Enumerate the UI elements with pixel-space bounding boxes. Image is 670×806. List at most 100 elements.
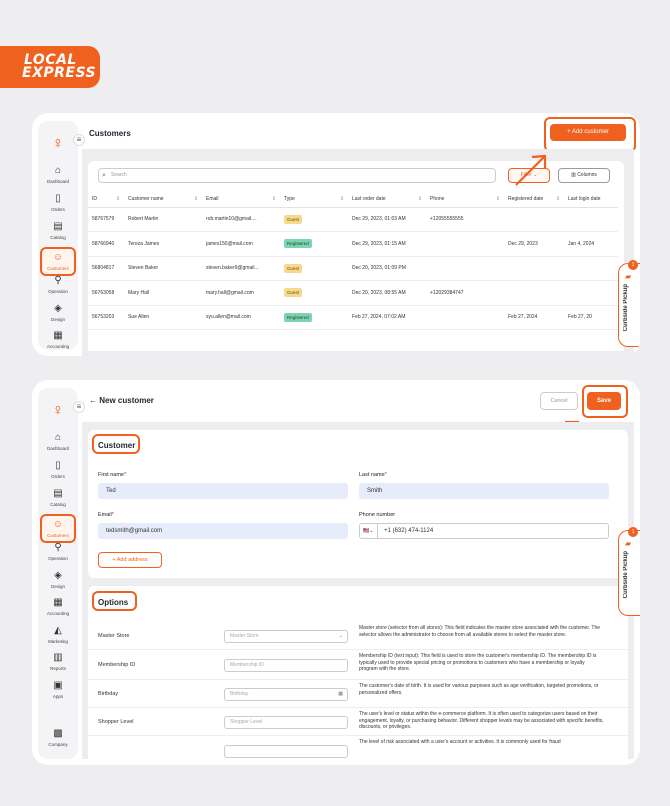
add-address-button[interactable]: + Add address <box>98 552 162 568</box>
type-badge: Guest <box>284 214 303 224</box>
ledger-icon: ▦ <box>53 597 63 608</box>
table-cell: Jan 4, 2024 <box>564 231 618 257</box>
table-cell <box>504 207 564 232</box>
column-header[interactable]: Last order date ⇕ <box>348 191 426 208</box>
page-header: ← New customer <box>89 396 154 405</box>
type-badge: Registered <box>284 239 312 249</box>
option-label: Shopper Level <box>98 719 134 725</box>
option-input[interactable]: Shopper Level <box>224 716 348 729</box>
sidebar: ♀ ⌂ Dashboard ▯ Orders ▤ Catalog ☺ Customers ⚲ Op… <box>38 121 78 350</box>
table-cell: 56753203 <box>88 305 124 330</box>
users-icon: ☺ <box>52 519 64 530</box>
option-input[interactable]: Birthday ▦ <box>224 688 348 701</box>
first-name-input[interactable]: Ted <box>98 483 348 499</box>
type-badge: Guest <box>284 288 303 298</box>
option-input[interactable]: Membership ID <box>224 659 348 672</box>
sidebar-item-customers[interactable]: ☺ Customers <box>40 247 76 276</box>
option-row: Birthday Birthday ▦ The customer's date of … <box>88 680 628 708</box>
table-row[interactable]: 58766940 Tereza James james156@mail.com Reg… <box>88 231 618 257</box>
table-cell: steven.baker9@gmail... <box>202 256 280 281</box>
sidebar-item-label: Accounting <box>46 611 70 616</box>
last-name-input[interactable]: Smith <box>359 483 609 499</box>
home-icon: ⌂ <box>54 432 62 443</box>
column-header[interactable]: Phone ⇕ <box>426 191 504 208</box>
email-label: Email* <box>98 512 114 518</box>
sort-icon: ⇕ <box>271 195 276 202</box>
bag-icon: ▯ <box>55 193 61 204</box>
back-arrow-icon[interactable]: ← <box>89 396 99 405</box>
table-row[interactable]: 56753203 Sue Allen syu.allen@mail.com Regis… <box>88 305 618 330</box>
sidebar-item-design[interactable]: ◈ Design <box>38 570 78 589</box>
email-input[interactable]: tedsmith@gmail.com <box>98 523 348 539</box>
customers-table-card: ⌕ Search Filter ⌄ ▥ Columns ID ⇕Customer… <box>88 161 624 351</box>
column-header[interactable]: Last login date <box>564 191 618 208</box>
table-cell: 56763058 <box>88 280 124 306</box>
table-cell: Robert Martin <box>124 207 202 232</box>
phone-value: +1 (632) 474-1124 <box>384 528 434 534</box>
collapse-sidebar-icon[interactable]: ≡ <box>73 401 85 413</box>
sidebar-item-label: Company <box>48 742 68 747</box>
highlight-save <box>582 385 628 418</box>
column-header[interactable]: ID ⇕ <box>88 191 124 208</box>
sidebar-item-marketing[interactable]: ◭ Marketing <box>38 625 78 644</box>
sidebar-item-reports[interactable]: ▥ Reports <box>38 652 78 671</box>
curbside-label: Curbside Pickup <box>623 551 629 599</box>
table-cell: Feb 27, 2024, 07:02 AM <box>348 305 426 330</box>
add-address-label: Add address <box>116 557 148 563</box>
table-cell: 58767579 <box>88 207 124 232</box>
sidebar-item-catalog[interactable]: ▤ Catalog <box>38 488 78 507</box>
sidebar-item-orders[interactable]: ▯ Orders <box>38 193 78 212</box>
sidebar-item-apps[interactable]: ▣ Apps <box>38 680 78 699</box>
collapse-sidebar-icon[interactable]: ≡ <box>73 134 85 146</box>
sidebar-item-label: Orders <box>51 207 65 212</box>
table-row[interactable]: 56763058 Mary Hall mary.hall@gmail.com Gues… <box>88 280 618 306</box>
sidebar-item-operation[interactable]: ⚲ Operation <box>38 542 78 561</box>
column-header-label: Last login date <box>568 195 601 202</box>
column-header[interactable]: Email ⇕ <box>202 191 280 208</box>
column-header[interactable]: Type ⇕ <box>280 191 348 208</box>
column-header[interactable]: Registered date ⇕ <box>504 191 564 208</box>
option-description: Membership ID (text input): This field i… <box>359 653 597 672</box>
option-placeholder: Birthday <box>230 691 249 697</box>
option-row: Membership ID Membership ID Membership ID … <box>88 650 628 680</box>
column-header[interactable]: Customer name ⇕ <box>124 191 202 208</box>
brand-pin-icon[interactable]: ♀ <box>50 135 66 155</box>
option-input[interactable]: Master Store ⌄ <box>224 630 348 643</box>
sidebar-item-accounting[interactable]: ▦ Accounting <box>38 597 78 616</box>
sidebar-item-dashboard[interactable]: ⌂ Dashboard <box>38 165 78 184</box>
option-label: Birthday <box>98 691 119 697</box>
table-row[interactable]: 58767579 Robert Martin rob.martin10@gmail.… <box>88 207 618 232</box>
sidebar-item-company[interactable]: ▩ Company <box>38 728 78 747</box>
brand-pin-icon[interactable]: ♀ <box>50 402 66 422</box>
cancel-button[interactable]: Cancel <box>540 392 578 410</box>
table-row[interactable]: 56804817 Steven Baker steven.baker9@gmail.… <box>88 256 618 281</box>
curbside-pickup-tab[interactable]: 1 ▰ Curbside Pickup <box>618 260 640 347</box>
sidebar-item-customers[interactable]: ☺ Customers <box>40 514 76 543</box>
us-flag-icon[interactable]: 🇺🇸⌄ <box>363 524 379 538</box>
table-cell: Registered <box>280 231 348 257</box>
curbside-pickup-tab[interactable]: 1 ▰ Curbside Pickup <box>618 527 640 616</box>
columns-button[interactable]: ▥ Columns <box>558 168 610 183</box>
sidebar-item-label: Catalog <box>50 235 66 240</box>
option-input[interactable] <box>224 745 348 758</box>
search-input[interactable]: ⌕ Search <box>98 168 496 183</box>
table-cell: Dec 20, 2023, 01:09 PM <box>348 256 426 281</box>
sidebar-item-orders[interactable]: ▯ Orders <box>38 460 78 479</box>
sidebar-item-operation[interactable]: ⚲ Operation <box>38 275 78 294</box>
sidebar-item-accounting[interactable]: ▦ Accounting <box>38 330 78 349</box>
sidebar-item-design[interactable]: ◈ Design <box>38 303 78 322</box>
table-cell <box>564 207 618 232</box>
sidebar-item-dashboard[interactable]: ⌂ Dashboard <box>38 432 78 451</box>
table-cell: +12029384747 <box>426 280 504 306</box>
sidebar-item-label: Catalog <box>50 502 66 507</box>
sidebar-item-label: Reports <box>50 666 66 671</box>
curbside-count-badge: 1 <box>628 260 638 270</box>
customers-table: ID ⇕ Customer name ⇕ Email ⇕ Type ⇕ Last ord… <box>88 191 618 330</box>
table-cell: Tereza James <box>124 231 202 257</box>
home-icon: ⌂ <box>54 165 62 176</box>
highlight-options-section <box>92 591 137 611</box>
sidebar-item-catalog[interactable]: ▤ Catalog <box>38 221 78 240</box>
phone-input[interactable]: 🇺🇸⌄ +1 (632) 474-1124 <box>359 523 609 539</box>
table-cell: Guest <box>280 207 348 232</box>
table-cell: +12055555555 <box>426 207 504 232</box>
